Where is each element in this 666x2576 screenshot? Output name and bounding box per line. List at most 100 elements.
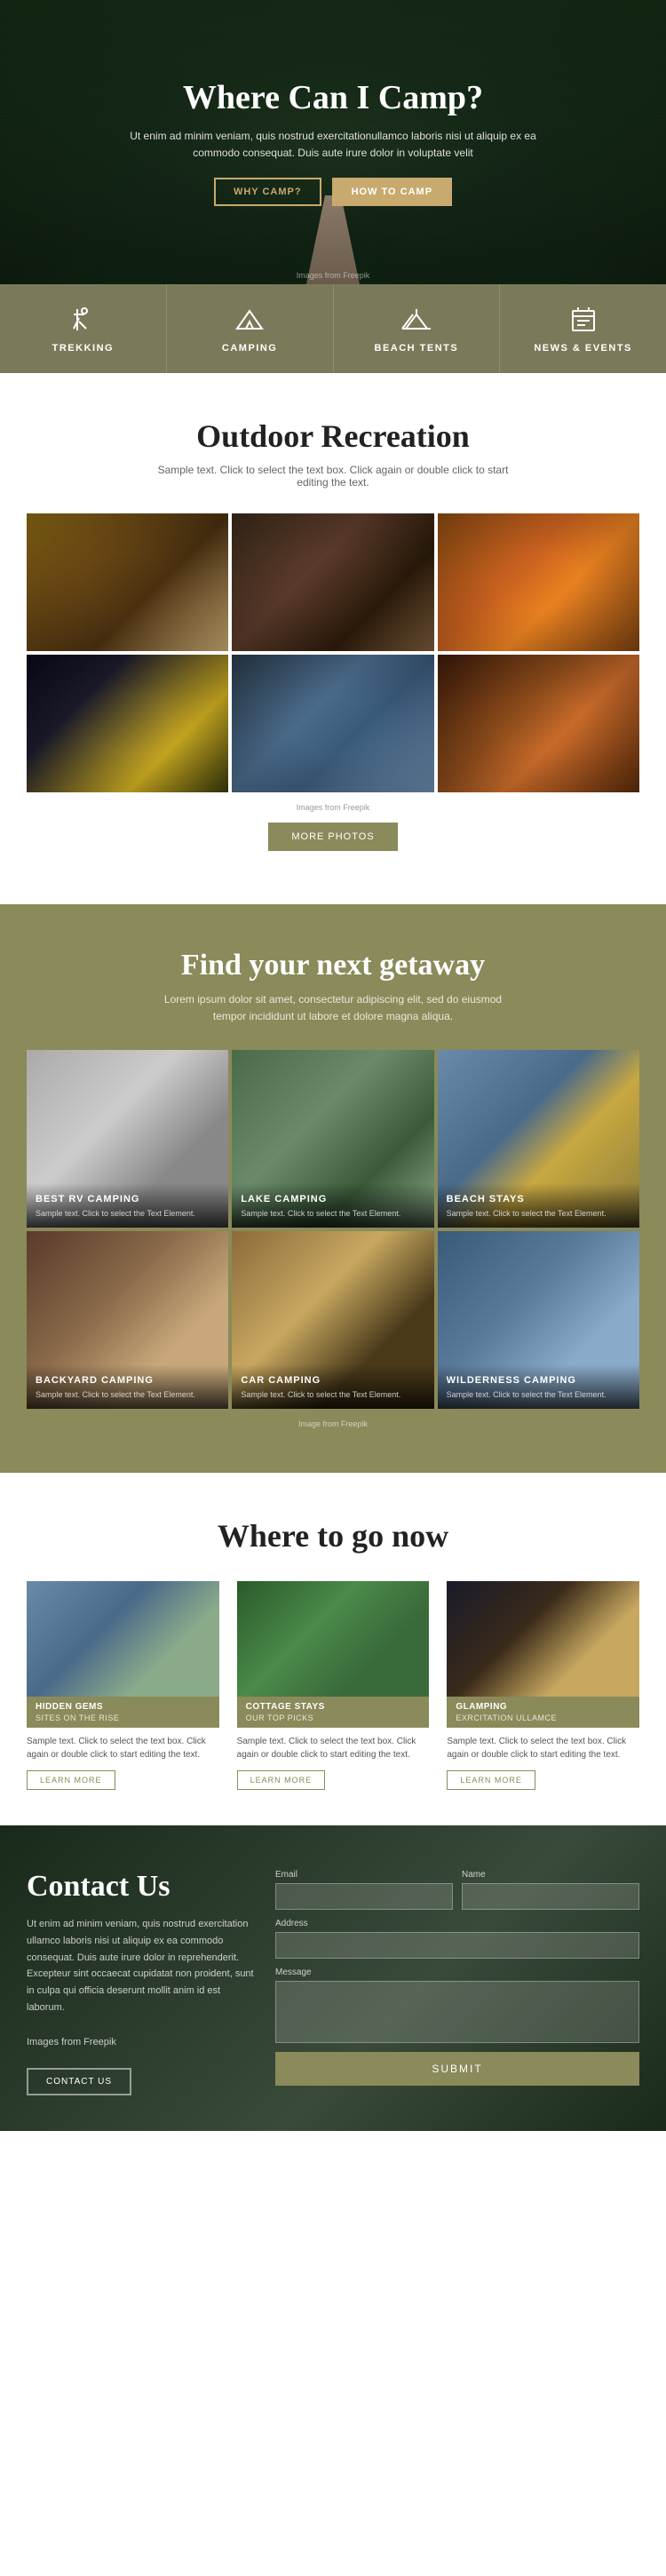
cottage-stays-image — [237, 1581, 430, 1697]
lake-camping-sample: Sample text. Click to select the Text El… — [241, 1208, 424, 1220]
email-label: Email — [275, 1870, 453, 1880]
icon-bar-camping[interactable]: CAMPING — [167, 284, 334, 373]
getaway-subtitle: Lorem ipsum dolor sit amet, consectetur … — [147, 991, 519, 1025]
getaway-section: Find your next getaway Lorem ipsum dolor… — [0, 904, 666, 1473]
icon-bar: TREKKING CAMPING BEACH TENTS NEWS & EVEN… — [0, 284, 666, 373]
backyard-camping-title: BACKYARD CAMPING — [36, 1375, 219, 1386]
wherego-grid: HIDDEN GEMS Sites on the rise Sample tex… — [27, 1581, 639, 1790]
glamping-image — [447, 1581, 639, 1697]
getaway-grid: BEST RV CAMPING Sample text. Click to se… — [27, 1050, 639, 1409]
camping-icon — [234, 304, 266, 336]
hidden-gems-badge-title: HIDDEN GEMS — [36, 1702, 210, 1712]
submit-button[interactable]: SUBMIT — [275, 2052, 639, 2086]
hidden-gems-badge-sub: Sites on the rise — [36, 1713, 210, 1722]
wherego-card-hidden-gems: HIDDEN GEMS Sites on the rise Sample tex… — [27, 1581, 219, 1790]
outdoor-photo-credit: Images from Freepik — [27, 803, 639, 812]
outdoor-title: Outdoor Recreation — [27, 417, 639, 455]
hidden-gems-badge: HIDDEN GEMS Sites on the rise — [27, 1697, 219, 1728]
trekking-label: TREKKING — [52, 343, 114, 354]
photo-cell-1 — [27, 513, 228, 651]
wherego-card-cottage: COTTAGE STAYS Our top picks Sample text.… — [237, 1581, 430, 1790]
contact-form-row3: Message — [275, 1968, 639, 2043]
name-group: Name — [462, 1870, 639, 1910]
getaway-title: Find your next getaway — [27, 949, 639, 982]
news-events-label: NEWS & EVENTS — [534, 343, 632, 354]
address-label: Address — [275, 1919, 639, 1928]
hidden-gems-learn-more[interactable]: LEARN MORE — [27, 1770, 115, 1790]
how-to-camp-button[interactable]: HOW TO CAMP — [332, 178, 452, 206]
getaway-cell-lake[interactable]: LAKE CAMPING Sample text. Click to selec… — [232, 1050, 433, 1228]
getaway-cell-wilderness[interactable]: WILDERNESS CAMPING Sample text. Click to… — [438, 1231, 639, 1409]
photo-cell-2 — [232, 513, 433, 651]
contact-right: Email Name Address Message SUBMIT — [275, 1870, 639, 2095]
icon-bar-beach-tents[interactable]: BEACH TENTS — [334, 284, 501, 373]
hero-title: Where Can I Camp? — [183, 78, 483, 117]
beach-tents-label: BEACH TENTS — [375, 343, 459, 354]
email-group: Email — [275, 1870, 453, 1910]
getaway-credit: Image from Freepik — [27, 1419, 639, 1428]
contact-us-button[interactable]: CONTACT US — [27, 2068, 131, 2095]
contact-left: Contact Us Ut enim ad minim veniam, quis… — [27, 1870, 275, 2095]
camping-label: CAMPING — [222, 343, 277, 354]
address-group: Address — [275, 1919, 639, 1959]
wherego-title: Where to go now — [27, 1517, 639, 1554]
glamping-badge-sub: Exrcitation ullamce — [456, 1713, 630, 1722]
contact-title: Contact Us — [27, 1870, 258, 1904]
contact-section: Contact Us Ut enim ad minim veniam, quis… — [0, 1825, 666, 2131]
photo-cell-3 — [438, 513, 639, 651]
wherego-card-glamping: GLAMPING Exrcitation ullamce Sample text… — [447, 1581, 639, 1790]
more-photos-button[interactable]: MORE PHOTOS — [268, 823, 397, 851]
trekking-icon — [67, 304, 99, 336]
address-input[interactable] — [275, 1932, 639, 1959]
name-input[interactable] — [462, 1883, 639, 1910]
icon-bar-news-events[interactable]: NEWS & EVENTS — [500, 284, 666, 373]
glamping-badge-title: GLAMPING — [456, 1702, 630, 1712]
news-events-icon — [567, 304, 599, 336]
cottage-stays-badge-sub: Our top picks — [246, 1713, 421, 1722]
contact-form-row2: Address — [275, 1919, 639, 1959]
email-input[interactable] — [275, 1883, 453, 1910]
wilderness-camping-title: WILDERNESS CAMPING — [447, 1375, 630, 1386]
photo-grid — [27, 513, 639, 792]
cottage-stays-badge-title: COTTAGE STAYS — [246, 1702, 421, 1712]
cottage-stays-text: Sample text. Click to select the text bo… — [237, 1728, 430, 1767]
car-camping-sample: Sample text. Click to select the Text El… — [241, 1389, 424, 1401]
outdoor-section: Outdoor Recreation Sample text. Click to… — [0, 373, 666, 904]
cottage-stays-learn-more[interactable]: LEARN MORE — [237, 1770, 326, 1790]
hero-credit: Images from Freepik — [297, 271, 370, 280]
icon-bar-trekking[interactable]: TREKKING — [0, 284, 167, 373]
rv-camping-title: BEST RV CAMPING — [36, 1194, 219, 1205]
hidden-gems-image — [27, 1581, 219, 1697]
message-group: Message — [275, 1968, 639, 2043]
contact-description: Ut enim ad minim veniam, quis nostrud ex… — [27, 1916, 258, 2015]
glamping-badge: GLAMPING Exrcitation ullamce — [447, 1697, 639, 1728]
glamping-learn-more[interactable]: LEARN MORE — [447, 1770, 535, 1790]
hidden-gems-text: Sample text. Click to select the text bo… — [27, 1728, 219, 1767]
contact-form-row1: Email Name — [275, 1870, 639, 1910]
hero-description: Ut enim ad minim veniam, quis nostrud ex… — [120, 128, 546, 162]
beach-stays-sample: Sample text. Click to select the Text El… — [447, 1208, 630, 1220]
message-label: Message — [275, 1968, 639, 1977]
getaway-cell-beach[interactable]: BEACH STAYS Sample text. Click to select… — [438, 1050, 639, 1228]
message-textarea[interactable] — [275, 1981, 639, 2043]
getaway-cell-backyard[interactable]: BACKYARD CAMPING Sample text. Click to s… — [27, 1231, 228, 1409]
cottage-stays-badge: COTTAGE STAYS Our top picks — [237, 1697, 430, 1728]
name-label: Name — [462, 1870, 639, 1880]
photo-cell-4 — [27, 655, 228, 792]
wilderness-camping-sample: Sample text. Click to select the Text El… — [447, 1389, 630, 1401]
why-camp-button[interactable]: WHY CAMP? — [214, 178, 321, 206]
photo-cell-5 — [232, 655, 433, 792]
rv-camping-sample: Sample text. Click to select the Text El… — [36, 1208, 219, 1220]
wherego-section: Where to go now HIDDEN GEMS Sites on the… — [0, 1473, 666, 1825]
getaway-cell-rv[interactable]: BEST RV CAMPING Sample text. Click to se… — [27, 1050, 228, 1228]
getaway-cell-car[interactable]: CAR CAMPING Sample text. Click to select… — [232, 1231, 433, 1409]
lake-camping-title: LAKE CAMPING — [241, 1194, 424, 1205]
outdoor-subtitle: Sample text. Click to select the text bo… — [147, 464, 519, 489]
glamping-text: Sample text. Click to select the text bo… — [447, 1728, 639, 1767]
hero-section: Where Can I Camp? Ut enim ad minim venia… — [0, 0, 666, 284]
backyard-camping-sample: Sample text. Click to select the Text El… — [36, 1389, 219, 1401]
contact-credit: Images from Freepik — [27, 2034, 258, 2051]
beach-tents-icon — [400, 304, 432, 336]
photo-cell-6 — [438, 655, 639, 792]
car-camping-title: CAR CAMPING — [241, 1375, 424, 1386]
